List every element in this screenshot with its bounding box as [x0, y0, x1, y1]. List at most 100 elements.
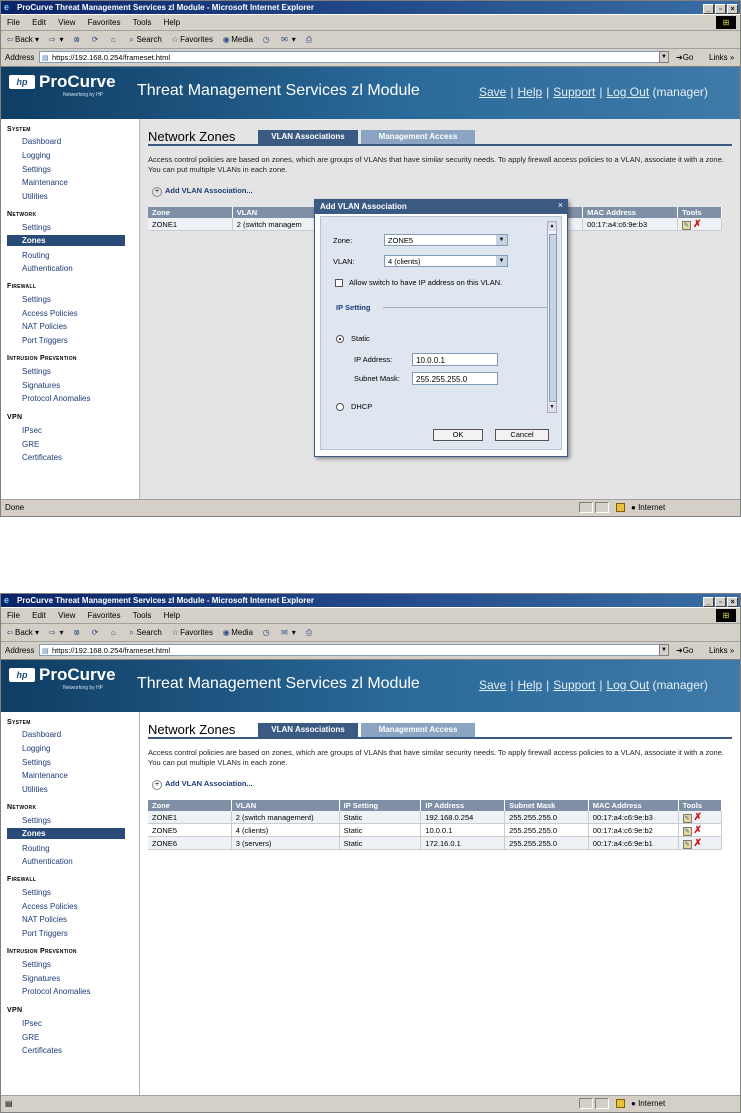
support-link[interactable]: Support: [553, 678, 595, 692]
sidebar-item-certificates[interactable]: Certificates: [22, 453, 62, 462]
logout-link[interactable]: Log Out: [606, 678, 649, 692]
forward-button[interactable]: ⇨ ▾: [47, 35, 64, 44]
sidebar-item-maintenance[interactable]: Maintenance: [22, 178, 68, 187]
sidebar-item-ips-settings[interactable]: Settings: [22, 960, 51, 969]
maximize-button[interactable]: ▫: [715, 4, 726, 14]
sidebar-item-utilities[interactable]: Utilities: [22, 785, 48, 794]
close-window-button[interactable]: ×: [727, 597, 738, 607]
back-button[interactable]: ⇦ Back ▾: [5, 628, 39, 637]
forward-button[interactable]: ⇨ ▾: [47, 628, 64, 637]
menu-edit[interactable]: Edit: [32, 18, 46, 27]
address-input[interactable]: ▤ https://192.168.0.254/frameset.html: [39, 51, 669, 63]
help-link[interactable]: Help: [517, 678, 542, 692]
search-button[interactable]: ⌕ Search: [126, 628, 162, 637]
ip-address-input[interactable]: 10.0.0.1: [412, 353, 498, 366]
address-dropdown[interactable]: ▼: [659, 51, 669, 63]
menu-help[interactable]: Help: [164, 611, 180, 620]
scroll-up-icon[interactable]: ▲: [548, 222, 556, 231]
scroll-thumb[interactable]: [549, 234, 557, 402]
sidebar-item-network-settings[interactable]: Settings: [22, 816, 51, 825]
scroll-down-icon[interactable]: ▼: [548, 403, 556, 412]
menu-help[interactable]: Help: [164, 18, 180, 27]
go-button[interactable]: ➜Go: [676, 49, 693, 66]
logout-link[interactable]: Log Out: [606, 85, 649, 99]
zone-select[interactable]: ZONE5 ▼: [384, 234, 508, 246]
sidebar-item-utilities[interactable]: Utilities: [22, 192, 48, 201]
vlan-select[interactable]: 4 (clients) ▼: [384, 255, 508, 267]
sidebar-item-firewall-settings[interactable]: Settings: [22, 888, 51, 897]
cancel-button[interactable]: Cancel: [495, 429, 549, 441]
dialog-close-icon[interactable]: ×: [558, 200, 563, 210]
stop-button[interactable]: ⊗: [72, 628, 82, 637]
delete-icon[interactable]: ✗: [694, 838, 702, 849]
subnet-mask-input[interactable]: 255.255.255.0: [412, 372, 498, 385]
print-button[interactable]: ⎙: [304, 628, 314, 637]
sidebar-item-authentication[interactable]: Authentication: [22, 857, 73, 866]
tab-management-access[interactable]: Management Access: [361, 723, 475, 737]
sidebar-item-certificates[interactable]: Certificates: [22, 1046, 62, 1055]
edit-icon[interactable]: ✎: [682, 839, 692, 849]
menu-tools[interactable]: Tools: [133, 611, 152, 620]
edit-icon[interactable]: ✎: [682, 826, 692, 836]
print-button[interactable]: ⎙: [304, 35, 314, 44]
sidebar-item-gre[interactable]: GRE: [22, 440, 39, 449]
menu-view[interactable]: View: [58, 611, 75, 620]
favorites-button[interactable]: ☆Favorites: [170, 628, 213, 637]
sidebar-item-authentication[interactable]: Authentication: [22, 264, 73, 273]
allow-ip-checkbox[interactable]: [335, 279, 343, 287]
sidebar-item-logging[interactable]: Logging: [22, 744, 50, 753]
maximize-button[interactable]: ▫: [715, 597, 726, 607]
tab-vlan-associations[interactable]: VLAN Associations: [258, 130, 358, 144]
save-link[interactable]: Save: [479, 85, 506, 99]
sidebar-item-protocol-anomalies[interactable]: Protocol Anomalies: [22, 987, 90, 996]
sidebar-item-zones[interactable]: Zones: [7, 828, 125, 839]
sidebar-item-protocol-anomalies[interactable]: Protocol Anomalies: [22, 394, 90, 403]
media-button[interactable]: ◉ Media: [221, 35, 253, 44]
sidebar-item-firewall-settings[interactable]: Settings: [22, 295, 51, 304]
sidebar-item-port-triggers[interactable]: Port Triggers: [22, 336, 68, 345]
edit-icon[interactable]: ✎: [682, 813, 692, 823]
sidebar-item-nat-policies[interactable]: NAT Policies: [22, 915, 67, 924]
history-button[interactable]: ◷: [261, 628, 271, 637]
dialog-scrollbar[interactable]: ▲ ▼: [547, 221, 557, 413]
home-button[interactable]: ⌂: [108, 628, 118, 637]
close-window-button[interactable]: ×: [727, 4, 738, 14]
save-link[interactable]: Save: [479, 678, 506, 692]
refresh-button[interactable]: ⟳: [90, 35, 100, 44]
sidebar-item-access-policies[interactable]: Access Policies: [22, 902, 78, 911]
dhcp-radio[interactable]: [336, 403, 344, 411]
history-button[interactable]: ◷: [261, 35, 271, 44]
sidebar-item-system-settings[interactable]: Settings: [22, 758, 51, 767]
sidebar-item-routing[interactable]: Routing: [22, 844, 50, 853]
static-radio[interactable]: [336, 335, 344, 343]
menu-favorites[interactable]: Favorites: [88, 611, 121, 620]
delete-icon[interactable]: ✗: [694, 825, 702, 836]
menu-favorites[interactable]: Favorites: [88, 18, 121, 27]
search-button[interactable]: ⌕ Search: [126, 35, 162, 44]
menu-tools[interactable]: Tools: [133, 18, 152, 27]
menu-file[interactable]: File: [7, 18, 20, 27]
delete-icon[interactable]: ✗: [694, 812, 702, 823]
go-button[interactable]: ➜Go: [676, 642, 693, 659]
support-link[interactable]: Support: [553, 85, 595, 99]
mail-button[interactable]: ✉ ▾: [279, 628, 296, 637]
sidebar-item-logging[interactable]: Logging: [22, 151, 50, 160]
sidebar-item-port-triggers[interactable]: Port Triggers: [22, 929, 68, 938]
sidebar-item-network-settings[interactable]: Settings: [22, 223, 51, 232]
sidebar-item-ipsec[interactable]: IPsec: [22, 1019, 42, 1028]
sidebar-item-nat-policies[interactable]: NAT Policies: [22, 322, 67, 331]
links-button[interactable]: Links »: [709, 49, 734, 66]
stop-button[interactable]: ⊗: [72, 35, 82, 44]
back-button[interactable]: ⇦ Back ▾: [5, 35, 39, 44]
refresh-button[interactable]: ⟳: [90, 628, 100, 637]
minimize-button[interactable]: _: [703, 597, 714, 607]
home-button[interactable]: ⌂: [108, 35, 118, 44]
menu-file[interactable]: File: [7, 611, 20, 620]
menu-edit[interactable]: Edit: [32, 611, 46, 620]
tab-vlan-associations[interactable]: VLAN Associations: [258, 723, 358, 737]
sidebar-item-maintenance[interactable]: Maintenance: [22, 771, 68, 780]
sidebar-item-signatures[interactable]: Signatures: [22, 381, 60, 390]
mail-button[interactable]: ✉ ▾: [279, 35, 296, 44]
delete-icon[interactable]: ✗: [693, 219, 701, 230]
sidebar-item-zones[interactable]: Zones: [7, 235, 125, 246]
